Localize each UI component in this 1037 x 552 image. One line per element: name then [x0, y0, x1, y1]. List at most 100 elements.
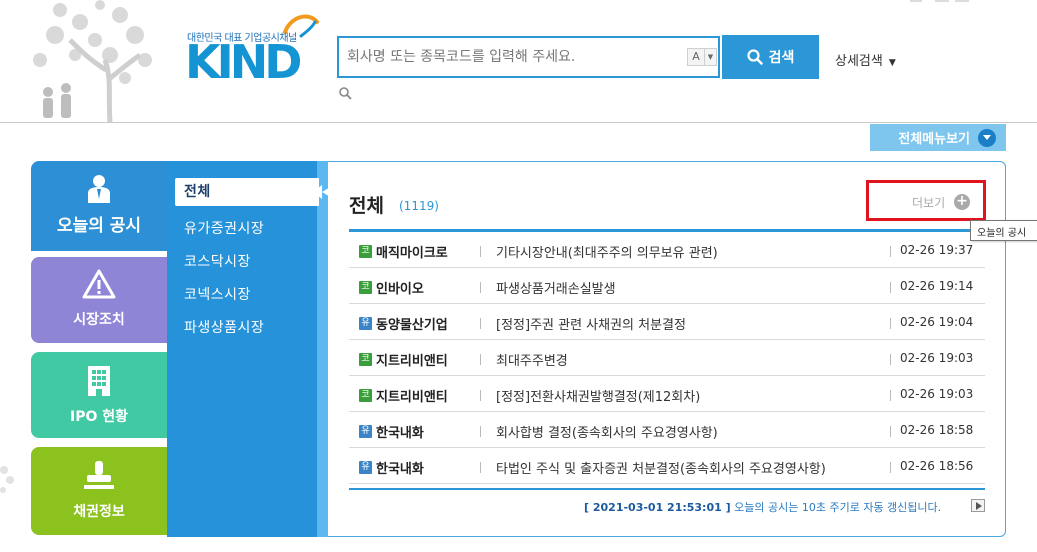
logo-wordmark: KIND: [185, 35, 302, 89]
auto-refresh-note: [ 2021-03-01 21:53:01 ] 오늘의 공시는 10초 주기로 …: [584, 499, 941, 515]
more-button[interactable]: 더보기 +: [866, 180, 986, 221]
company-link[interactable]: 한국내화: [376, 422, 424, 441]
triangle-down-icon: ▼: [888, 58, 896, 68]
table-row[interactable]: 유 한국내화 회사합병 결정(종속회사의 주요경영사항) 02-26 18:58: [349, 412, 985, 448]
submenu-item-all[interactable]: 전체: [175, 178, 319, 206]
disclosure-title-link[interactable]: [정정]전환사채권발행결정(제12회차): [496, 386, 700, 405]
company-link[interactable]: 매직마이크로: [376, 242, 448, 261]
table-row[interactable]: 코 인바이오 파생상품거래손실발생 02-26 19:14: [349, 268, 985, 304]
company-link[interactable]: 인바이오: [376, 278, 424, 297]
column-divider: [890, 318, 891, 329]
table-row[interactable]: 유 한국내화 타법인 주식 및 출자증권 처분결정(종속회사의 주요경영사항) 02-…: [349, 448, 985, 484]
kind-homepage: 대한민국 대표 기업공시채널 KIND A ▼ 검색 상세검색 ▼ 전체메뉴보기: [0, 0, 1037, 552]
disclosure-time: 02-26 19:04: [900, 315, 974, 329]
refresh-timestamp: [ 2021-03-01 21:53:01 ]: [584, 501, 731, 514]
column-divider: [890, 354, 891, 365]
top-utility-strip: [650, 0, 1037, 4]
company-link[interactable]: 한국내화: [376, 458, 424, 477]
stamp-icon: [84, 461, 114, 489]
table-row[interactable]: 유 동양물산기업 [정정]주권 관련 사채권의 처분결정 02-26 19:04: [349, 304, 985, 340]
disclosure-title-link[interactable]: 타법인 주식 및 출자증권 처분결정(종속회사의 주요경영사항): [496, 458, 826, 477]
small-search-icon[interactable]: [339, 87, 352, 100]
refresh-text: 오늘의 공시는 10초 주기로 자동 갱신됩니다.: [734, 501, 942, 514]
column-divider: [480, 318, 481, 329]
disclosure-time: 02-26 19:14: [900, 279, 974, 293]
submenu-edge: [317, 161, 328, 537]
tab-market-action[interactable]: 시장조치: [31, 257, 167, 343]
disclosure-title-link[interactable]: 파생상품거래손실발생: [496, 278, 616, 297]
disclosure-time: 02-26 18:58: [900, 423, 974, 437]
market-badge: 코: [359, 245, 372, 258]
disclosure-panel: 전체 (1119) 더보기 + 코 매직마이크로 기타시장안내(최대주주의 의무보유…: [328, 161, 1006, 537]
disclosure-title-link[interactable]: 기타시장안내(최대주주의 의무보유 관련): [496, 242, 718, 261]
submenu-item-kospi[interactable]: 유가증권시장: [184, 218, 264, 238]
advanced-search-label: 상세검색: [835, 54, 883, 69]
play-icon[interactable]: [971, 499, 985, 512]
column-divider: [480, 354, 481, 365]
column-divider: [890, 426, 891, 437]
building-icon: [88, 366, 110, 396]
tab-label: IPO 현황: [69, 409, 128, 425]
tab-label: 채권정보: [73, 504, 125, 520]
tree-illustration: [33, 0, 152, 122]
market-badge: 유: [359, 461, 372, 474]
autocomplete-label: A: [688, 49, 705, 65]
header-divider: [0, 122, 1037, 123]
disclosure-title-link[interactable]: 회사합병 결정(종속회사의 주요경영사항): [496, 422, 718, 441]
search-icon: [747, 49, 763, 65]
disclosure-time: 02-26 18:56: [900, 459, 974, 473]
column-divider: [480, 246, 481, 257]
market-badge: 유: [359, 317, 372, 330]
table-row[interactable]: 코 지트리비앤티 최대주주변경 02-26 19:03: [349, 340, 985, 376]
disclosure-time: 02-26 19:37: [900, 243, 974, 257]
plus-circle-icon: +: [954, 194, 970, 210]
person-icon: [88, 175, 110, 203]
company-link[interactable]: 동양물산기업: [376, 314, 448, 333]
submenu-item-derivatives[interactable]: 파생상품시장: [184, 317, 264, 337]
more-label: 더보기: [912, 196, 946, 210]
table-row[interactable]: 코 매직마이크로 기타시장안내(최대주주의 의무보유 관련) 02-26 19:37: [349, 232, 985, 268]
advanced-search-link[interactable]: 상세검색 ▼: [835, 50, 896, 69]
tab-ipo-status[interactable]: IPO 현황: [31, 352, 167, 438]
tab-bond-info[interactable]: 채권정보: [31, 447, 167, 535]
all-menu-label: 전체메뉴보기: [898, 132, 970, 147]
list-bottom-rule: [349, 488, 985, 490]
warning-icon: [82, 269, 116, 299]
column-divider: [890, 390, 891, 401]
table-row[interactable]: 코 지트리비앤티 [정정]전환사채권발행결정(제12회차) 02-26 19:03: [349, 376, 985, 412]
submenu-item-konex[interactable]: 코넥스시장: [184, 284, 251, 304]
company-link[interactable]: 지트리비앤티: [376, 386, 448, 405]
disclosure-title-link[interactable]: 최대주주변경: [496, 350, 568, 369]
search-box: A ▼: [337, 36, 720, 78]
submenu-item-kosdaq[interactable]: 코스닥시장: [184, 251, 251, 271]
tab-today-disclosure[interactable]: 오늘의 공시: [31, 161, 167, 251]
search-button[interactable]: 검색: [722, 35, 819, 79]
market-badge: 코: [359, 389, 372, 402]
market-submenu: 전체 유가증권시장 코스닥시장 코넥스시장 파생상품시장: [167, 161, 328, 537]
chevron-down-icon: [978, 128, 996, 147]
search-button-label: 검색: [768, 50, 795, 66]
autocomplete-toggle[interactable]: A ▼: [687, 48, 717, 66]
flower-decoration: [0, 466, 14, 493]
disclosure-time: 02-26 19:03: [900, 387, 974, 401]
more-tooltip: 오늘의 공시: [970, 220, 1037, 241]
company-link[interactable]: 지트리비앤티: [376, 350, 448, 369]
column-divider: [480, 282, 481, 293]
panel-title: 전체: [349, 195, 384, 217]
column-divider: [480, 390, 481, 401]
kind-logo[interactable]: 대한민국 대표 기업공시채널 KIND: [185, 10, 325, 86]
tab-label: 오늘의 공시: [56, 216, 142, 236]
chevron-down-icon: ▼: [707, 53, 714, 61]
active-pointer: [313, 185, 322, 199]
market-badge: 코: [359, 281, 372, 294]
disclosure-count: (1119): [399, 199, 439, 213]
disclosure-time: 02-26 19:03: [900, 351, 974, 365]
all-menu-button[interactable]: 전체메뉴보기: [870, 124, 1006, 151]
column-divider: [890, 246, 891, 257]
search-input[interactable]: [347, 46, 677, 68]
market-badge: 유: [359, 425, 372, 438]
disclosure-list: 코 매직마이크로 기타시장안내(최대주주의 의무보유 관련) 02-26 19:37 코…: [349, 232, 985, 484]
column-divider: [890, 282, 891, 293]
disclosure-title-link[interactable]: [정정]주권 관련 사채권의 처분결정: [496, 314, 686, 333]
column-divider: [480, 426, 481, 437]
